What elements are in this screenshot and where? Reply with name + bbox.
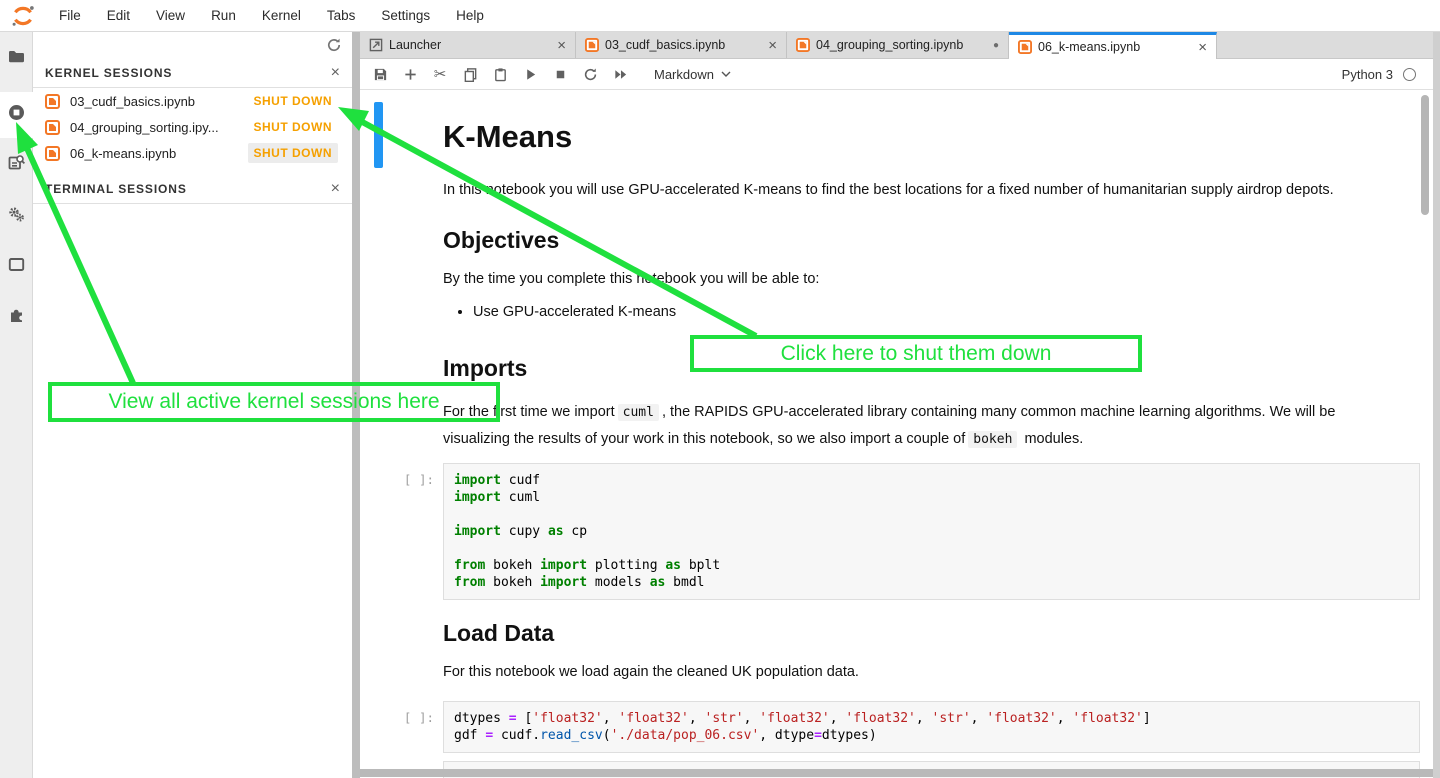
vertical-scrollbar-thumb[interactable] (1421, 95, 1429, 215)
command-palette-icon[interactable] (8, 154, 25, 171)
window-right-edge (1433, 32, 1440, 778)
close-icon[interactable]: × (1198, 39, 1207, 56)
tab-03-cudf-basics[interactable]: 03_cudf_basics.ipynb × (576, 32, 787, 58)
menu-edit[interactable]: Edit (94, 8, 143, 23)
notebook-icon (796, 38, 810, 52)
close-icon[interactable]: × (331, 183, 340, 195)
annotation-box-kernel-sessions: View all active kernel sessions here (48, 382, 500, 422)
objectives-heading: Objectives (443, 225, 1420, 255)
session-name: 04_grouping_sorting.ipy... (70, 120, 248, 135)
terminal-sessions-title: TERMINAL SESSIONS (45, 182, 187, 196)
close-icon[interactable]: × (557, 37, 566, 54)
annotation-box-shutdown: Click here to shut them down (690, 335, 1142, 372)
menu-settings[interactable]: Settings (368, 8, 443, 23)
paste-cells-button[interactable] (492, 66, 508, 82)
shutdown-button[interactable]: SHUT DOWN (248, 117, 339, 137)
notebook-icon (45, 94, 60, 109)
interrupt-kernel-button[interactable] (552, 66, 568, 82)
add-cell-button[interactable] (402, 66, 418, 82)
menu-tabs[interactable]: Tabs (314, 8, 369, 23)
horizontal-scrollbar[interactable] (360, 769, 1440, 777)
run-all-button[interactable] (612, 66, 628, 82)
intro-paragraph: In this notebook you will use GPU-accele… (443, 180, 1348, 201)
menu-bar: File Edit View Run Kernel Tabs Settings … (0, 0, 1440, 32)
notebook-title: K-Means (443, 118, 1420, 156)
notebook-icon (1018, 40, 1032, 54)
annotation-text: Click here to shut them down (781, 342, 1052, 366)
tab-label: 06_k-means.ipynb (1038, 40, 1192, 54)
session-name: 06_k-means.ipynb (70, 146, 248, 161)
annotation-text: View all active kernel sessions here (108, 390, 439, 414)
inline-code: bokeh (968, 431, 1017, 448)
active-cell-collapser[interactable] (374, 102, 383, 168)
menu-view[interactable]: View (143, 8, 198, 23)
inline-code: cuml (618, 404, 659, 421)
kernel-status-icon (1403, 68, 1416, 81)
close-icon[interactable]: × (331, 67, 340, 79)
shutdown-button[interactable]: SHUT DOWN (248, 143, 339, 163)
file-browser-icon[interactable] (8, 48, 25, 65)
terminal-sessions-header: TERMINAL SESSIONS × (33, 174, 352, 204)
kernel-name[interactable]: Python 3 (1342, 67, 1393, 82)
launcher-icon (369, 38, 383, 52)
cell-prompt: [ ]: (388, 701, 443, 753)
close-icon[interactable]: × (768, 37, 777, 54)
objectives-intro: By the time you complete this notebook y… (443, 269, 1348, 290)
menu-file[interactable]: File (46, 8, 94, 23)
tab-label: 03_cudf_basics.ipynb (605, 38, 762, 52)
unsaved-dot-icon[interactable]: ● (993, 40, 999, 51)
code-editor[interactable]: dtypes = ['float32', 'float32', 'str', '… (443, 701, 1420, 753)
kernel-sessions-title: KERNEL SESSIONS (45, 66, 172, 80)
notebook-content: K-Means In this notebook you will use GP… (360, 90, 1440, 778)
markdown-cell-objectives[interactable]: Objectives By the time you complete this… (374, 225, 1440, 323)
tab-label: 04_grouping_sorting.ipynb (816, 38, 987, 52)
save-button[interactable] (372, 66, 388, 82)
open-tabs-icon[interactable] (8, 256, 25, 273)
menu-run[interactable]: Run (198, 8, 249, 23)
markdown-cell-title[interactable]: K-Means In this notebook you will use GP… (374, 100, 1440, 201)
refresh-sessions-icon[interactable] (326, 37, 342, 53)
run-cell-button[interactable] (522, 66, 538, 82)
running-sessions-icon[interactable] (8, 104, 25, 121)
cell-type-dropdown[interactable]: Markdown (654, 67, 731, 82)
notebook-icon (45, 120, 60, 135)
copy-cells-button[interactable] (462, 66, 478, 82)
kernel-session-row[interactable]: 04_grouping_sorting.ipy... SHUT DOWN (33, 114, 352, 140)
notebook-toolbar: ✂ Markdown (360, 59, 1440, 90)
cell-type-value: Markdown (654, 67, 714, 82)
code-cell-imports[interactable]: [ ]: import cudfimport cuml import cupy … (374, 463, 1440, 600)
load-data-heading: Load Data (443, 618, 1420, 648)
imports-paragraph: For the first time we importcuml, the RA… (443, 399, 1348, 453)
code-editor[interactable]: import cudfimport cuml import cupy as cp… (443, 463, 1420, 600)
tab-label: Launcher (389, 38, 551, 52)
restart-kernel-button[interactable] (582, 66, 598, 82)
kernel-session-row[interactable]: 06_k-means.ipynb SHUT DOWN (33, 140, 352, 166)
notebook-icon (585, 38, 599, 52)
menu-kernel[interactable]: Kernel (249, 8, 314, 23)
menu-help[interactable]: Help (443, 8, 497, 23)
tab-04-grouping-sorting[interactable]: 04_grouping_sorting.ipynb ● (787, 32, 1009, 58)
tab-launcher[interactable]: Launcher × (360, 32, 576, 58)
markdown-cell-load-data[interactable]: Load Data For this notebook we load agai… (374, 618, 1440, 683)
load-data-paragraph: For this notebook we load again the clea… (443, 662, 1348, 683)
objectives-item: Use GPU-accelerated K-means (473, 302, 1378, 323)
cell-prompt: [ ]: (388, 463, 443, 600)
left-sidebar-strip (0, 32, 33, 778)
tab-06-k-means[interactable]: 06_k-means.ipynb × (1009, 32, 1217, 59)
notebook-icon (45, 146, 60, 161)
kernel-session-row[interactable]: 03_cudf_basics.ipynb SHUT DOWN (33, 88, 352, 114)
tab-bar: Launcher × 03_cudf_basics.ipynb × 04_g (360, 32, 1440, 59)
kernel-sessions-header: KERNEL SESSIONS × (33, 58, 352, 88)
session-name: 03_cudf_basics.ipynb (70, 94, 248, 109)
chevron-down-icon (721, 71, 731, 77)
extension-manager-icon[interactable] (8, 306, 25, 323)
shutdown-button[interactable]: SHUT DOWN (248, 91, 339, 111)
cut-cells-button[interactable]: ✂ (432, 66, 448, 82)
code-cell-load-data[interactable]: [ ]: dtypes = ['float32', 'float32', 'st… (374, 701, 1440, 753)
property-inspector-icon[interactable] (8, 206, 25, 223)
jupyter-logo-icon (10, 3, 36, 29)
